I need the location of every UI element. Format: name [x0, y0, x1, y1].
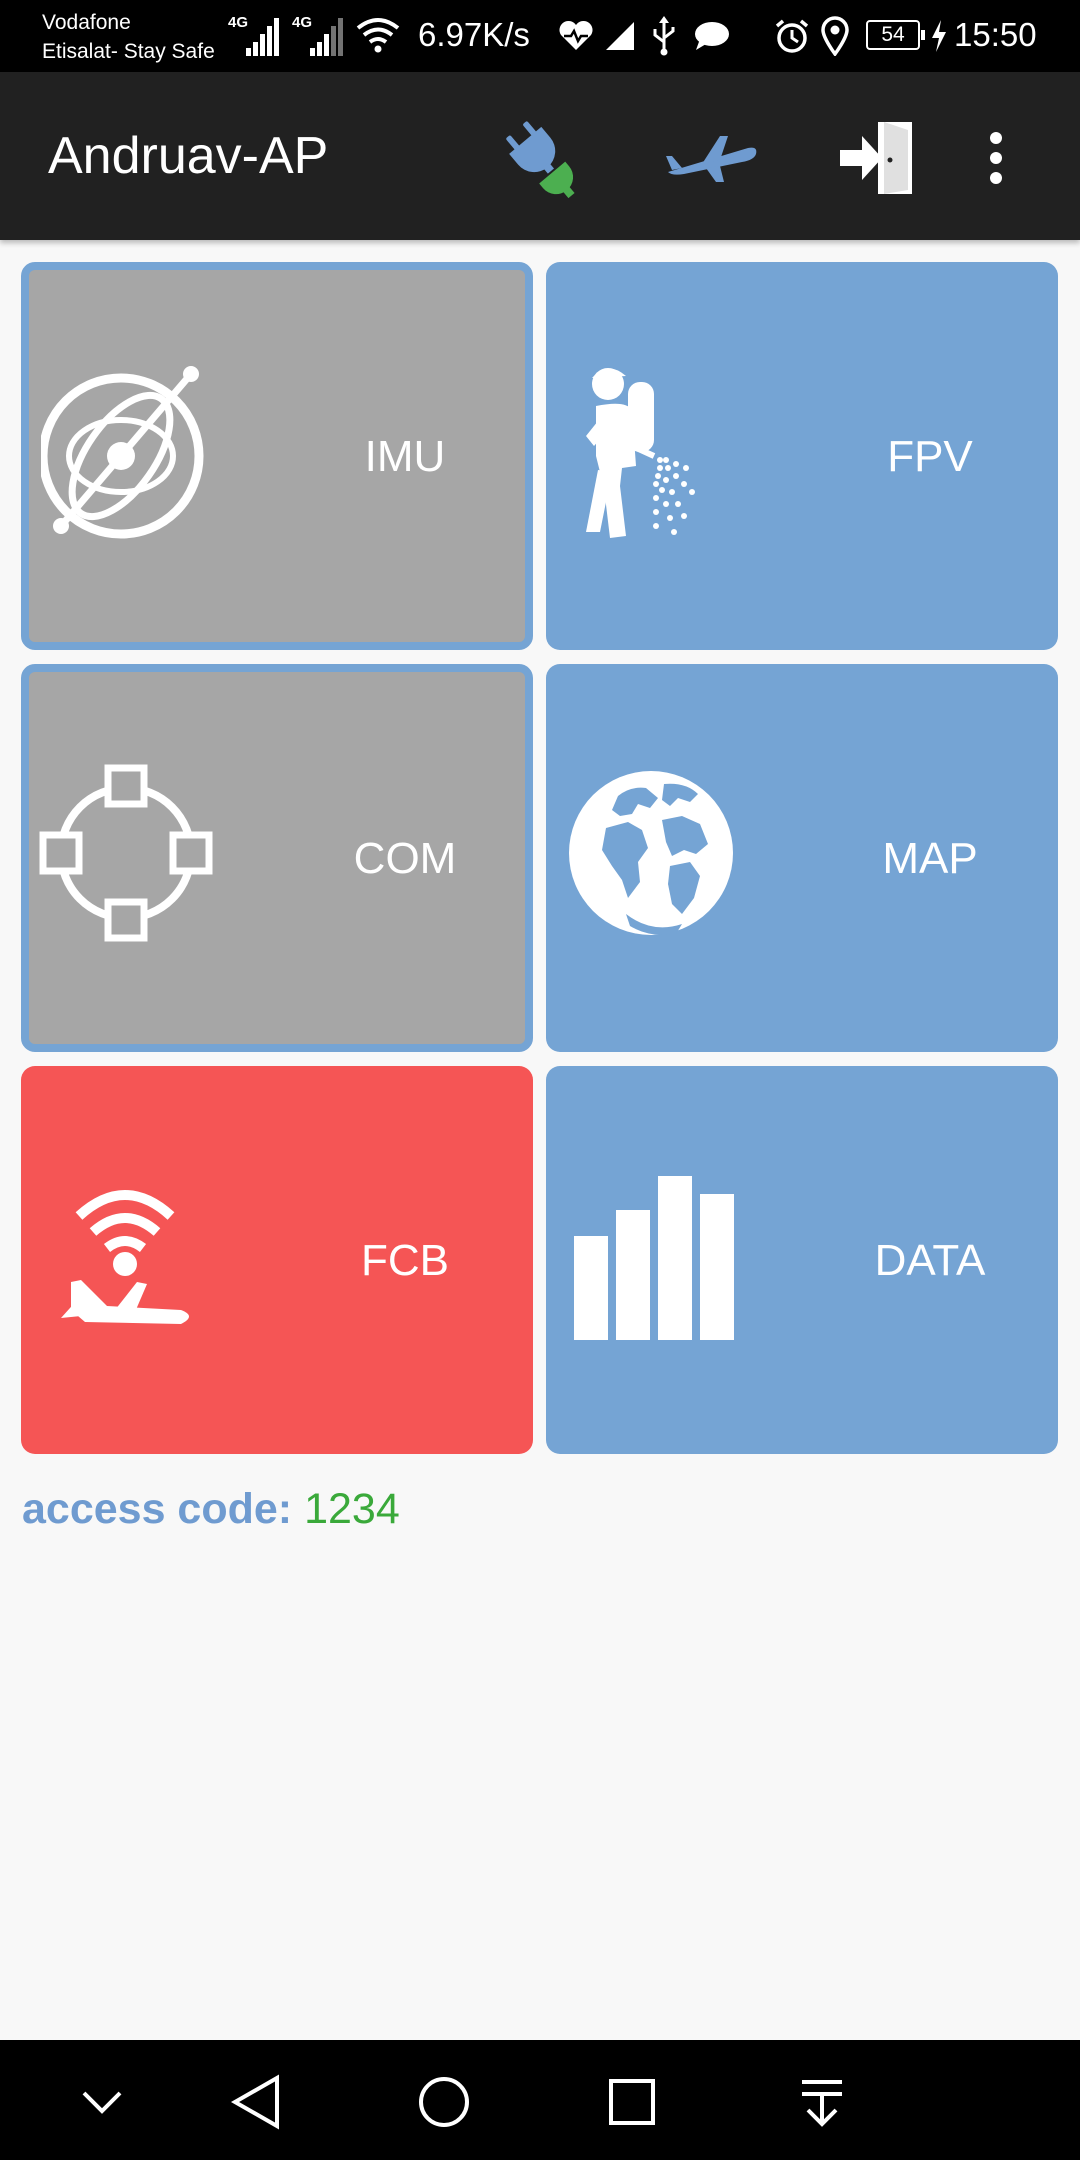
navigation-bar — [0, 2040, 1080, 2160]
home-button[interactable] — [402, 2060, 486, 2144]
status-time: 15:50 — [954, 16, 1037, 53]
exit-door-icon — [840, 122, 912, 194]
fcb-tile[interactable]: FCB — [21, 1066, 533, 1454]
notification-pull-icon — [802, 2080, 842, 2127]
notification-pull-button[interactable] — [780, 2060, 864, 2144]
app-bar: Andruav-AP — [0, 72, 1080, 240]
tile-label: MAP — [882, 834, 978, 883]
bar-chart-icon — [574, 1176, 734, 1340]
access-code-label: access code: — [22, 1485, 293, 1533]
imu-tile[interactable]: IMU — [21, 262, 533, 650]
carrier-info: Vodafone Etisalat- Stay Safe — [42, 8, 215, 66]
tile-label: FCB — [361, 1236, 449, 1285]
more-vert-icon — [990, 132, 1002, 184]
connect-button[interactable] — [492, 110, 588, 206]
airplane-icon — [666, 136, 757, 182]
charging-icon — [930, 20, 948, 52]
globe-icon — [569, 771, 733, 935]
back-icon — [230, 2074, 279, 2130]
app-title: Andruav-AP — [48, 127, 329, 185]
home-icon — [419, 2077, 469, 2127]
signal-triangle-icon — [604, 20, 636, 52]
signal-icon: 4G — [292, 14, 348, 58]
sprayer-person-icon — [586, 368, 695, 538]
data-tile[interactable]: DATA — [546, 1066, 1058, 1454]
tile-label: IMU — [364, 432, 446, 481]
battery-icon: 54 — [866, 20, 925, 50]
hide-nav-button[interactable] — [60, 2060, 144, 2144]
message-icon — [692, 20, 730, 52]
location-icon — [820, 16, 850, 57]
overflow-menu-button[interactable] — [966, 110, 1026, 206]
access-code: access code: 1234 — [22, 1485, 400, 1534]
tile-label: COM — [353, 834, 457, 883]
recents-icon — [609, 2079, 655, 2125]
carrier-name-secondary: Etisalat- Stay Safe — [42, 40, 215, 63]
wifi-icon — [356, 16, 400, 56]
status-bar: Vodafone Etisalat- Stay Safe 4G 4G 6.97K… — [0, 0, 1080, 72]
plug-connect-icon — [506, 121, 575, 199]
access-code-value: 1234 — [304, 1485, 400, 1533]
network-speed: 6.97K/s — [418, 16, 530, 53]
signal-icon: 4G — [228, 14, 284, 58]
fpv-tile[interactable]: FPV — [546, 262, 1058, 650]
carrier-name-primary: Vodafone — [42, 11, 131, 34]
network-nodes-icon — [39, 764, 213, 942]
recents-button[interactable] — [590, 2060, 674, 2144]
battery-level: 54 — [881, 23, 905, 46]
usb-icon — [650, 16, 678, 56]
exit-button[interactable] — [828, 110, 924, 206]
alarm-icon — [774, 18, 810, 54]
map-tile[interactable]: MAP — [546, 664, 1058, 1052]
imu-gyro-icon — [41, 366, 204, 539]
flight-button[interactable] — [662, 110, 758, 206]
plane-signal-icon — [61, 1190, 189, 1324]
tile-label: DATA — [874, 1236, 986, 1285]
heart-rate-icon — [558, 20, 594, 52]
tile-label: FPV — [887, 432, 973, 481]
chevron-down-icon — [82, 2091, 122, 2114]
back-button[interactable] — [214, 2060, 298, 2144]
com-tile[interactable]: COM — [21, 664, 533, 1052]
